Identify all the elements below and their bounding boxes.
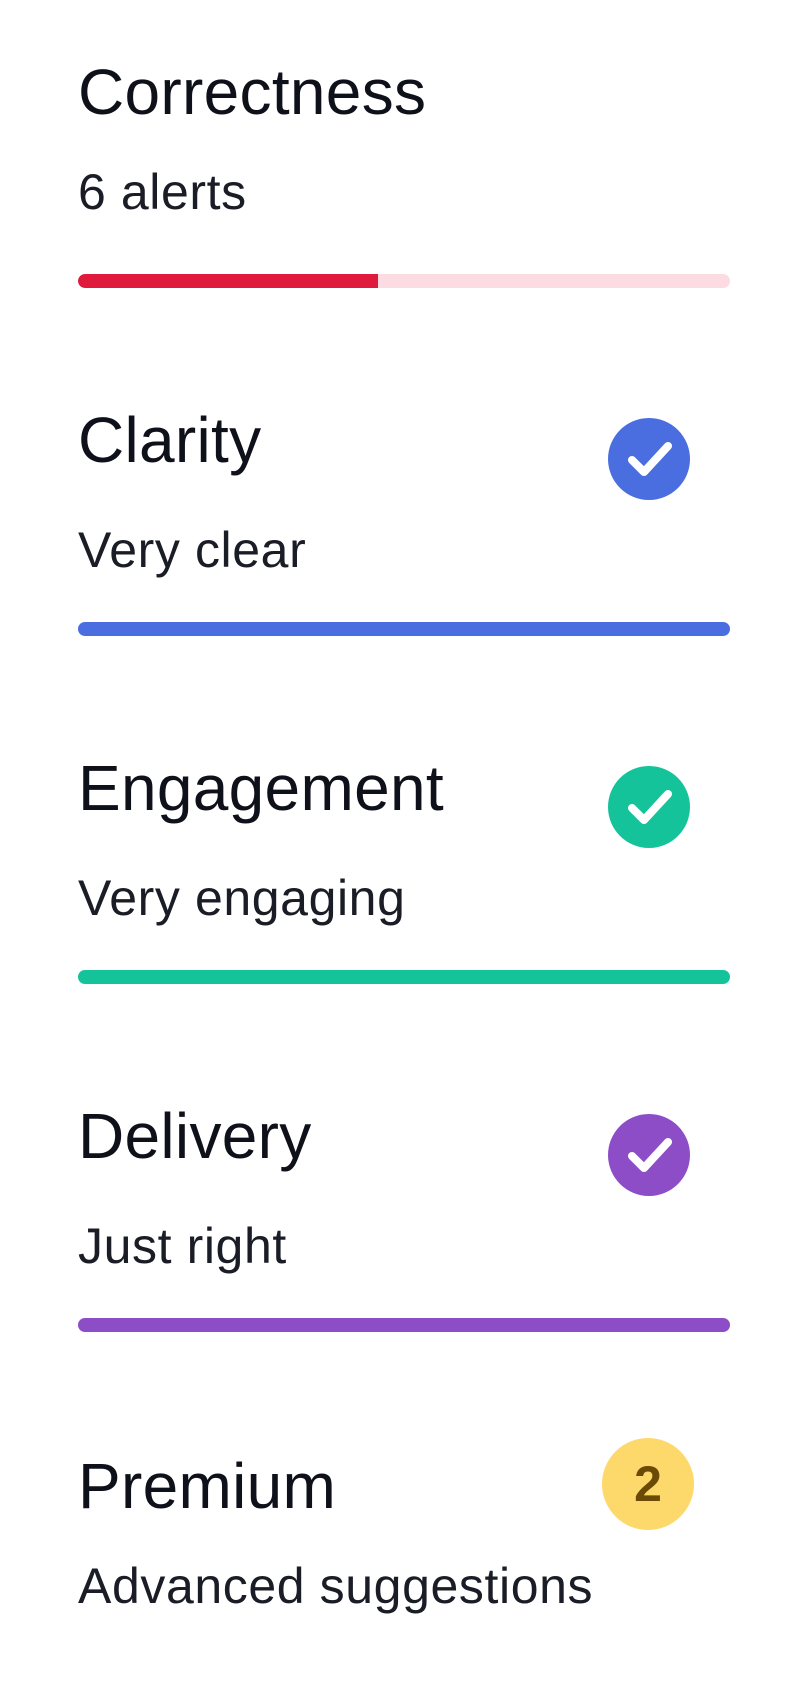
premium-title: Premium	[78, 1450, 337, 1522]
clarity-section[interactable]: Clarity Very clear	[78, 400, 730, 640]
premium-count-badge: 2	[602, 1438, 694, 1530]
correctness-subtitle: 6 alerts	[78, 164, 247, 220]
correctness-title: Correctness	[78, 56, 427, 128]
delivery-check-circle-icon	[608, 1114, 690, 1196]
delivery-subtitle: Just right	[78, 1218, 287, 1274]
clarity-subtitle: Very clear	[78, 522, 307, 578]
clarity-check-circle-icon	[608, 418, 690, 500]
premium-section[interactable]: Premium 2 Advanced suggestions	[78, 1438, 730, 1646]
clarity-title: Clarity	[78, 404, 262, 476]
engagement-subtitle: Very engaging	[78, 870, 406, 926]
delivery-progress-bar	[78, 1318, 730, 1332]
goals-panel: Correctness 6 alerts Clarity Very clear …	[78, 0, 730, 1697]
correctness-progress-fill	[78, 274, 378, 288]
correctness-progress-bar	[78, 274, 730, 288]
clarity-progress-bar	[78, 622, 730, 636]
correctness-section[interactable]: Correctness 6 alerts	[78, 52, 730, 292]
delivery-title: Delivery	[78, 1100, 312, 1172]
engagement-section[interactable]: Engagement Very engaging	[78, 748, 730, 988]
delivery-section[interactable]: Delivery Just right	[78, 1096, 730, 1336]
premium-subtitle: Advanced suggestions	[78, 1558, 594, 1614]
engagement-progress-bar	[78, 970, 730, 984]
engagement-check-circle-icon	[608, 766, 690, 848]
engagement-title: Engagement	[78, 752, 444, 824]
